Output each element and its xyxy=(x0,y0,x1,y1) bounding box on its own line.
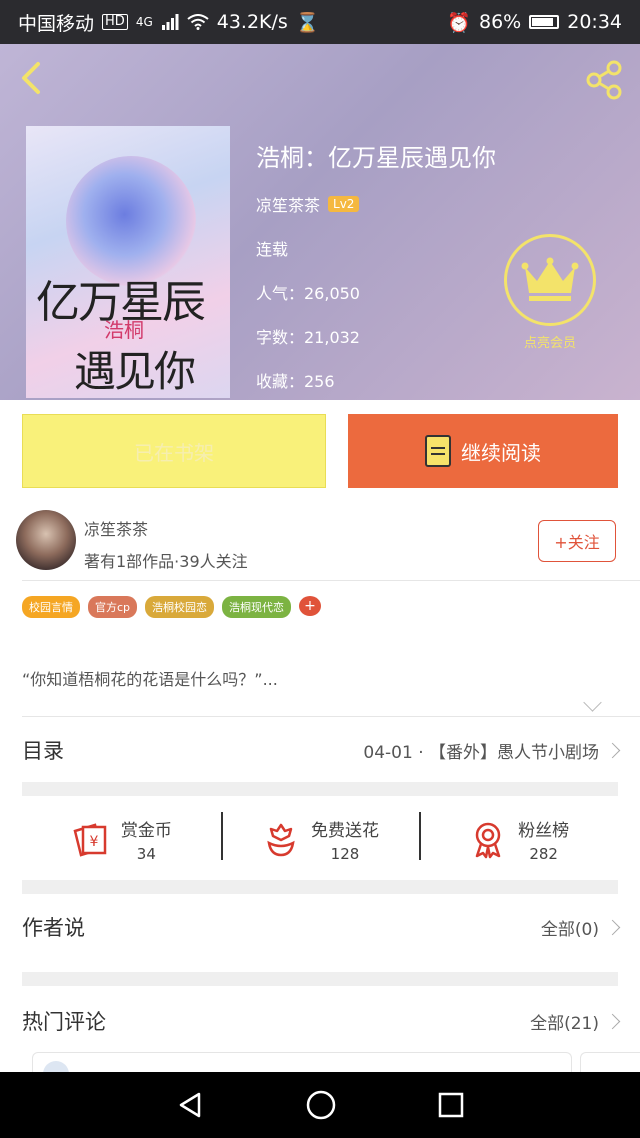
chevron-right-icon xyxy=(604,1013,621,1029)
stat-value: 282 xyxy=(529,844,558,863)
author-card: 凉笙茶茶 著有1部作品·39人关注 +关注 xyxy=(0,506,640,578)
share-icon[interactable] xyxy=(582,58,626,102)
continue-reading-label: 继续阅读 xyxy=(461,440,541,465)
crown-icon xyxy=(521,257,579,301)
cover-title-line2: 遇见你 xyxy=(74,347,196,396)
author-says-all: 全部(0) xyxy=(540,919,599,940)
network-label: 4G xyxy=(135,15,153,29)
stat-value: 128 xyxy=(330,844,360,863)
catalog-row[interactable]: 目录 04-01 · 【番外】愚人节小剧场 xyxy=(22,732,621,768)
carrier-label: 中国移动 xyxy=(18,12,95,35)
section-separator xyxy=(22,972,618,986)
divider xyxy=(22,716,640,717)
book-title: 浩桐：亿万星辰遇见你 xyxy=(256,144,496,172)
book-author-row[interactable]: 凉笙茶茶 Lv2 xyxy=(256,192,360,216)
book-favorites: 收藏：256 xyxy=(256,372,335,391)
tag-item[interactable]: 浩桐校园恋 xyxy=(145,596,215,618)
in-shelf-label: 已在书架 xyxy=(134,440,214,465)
battery-icon xyxy=(529,15,560,29)
tag-item[interactable]: 校园言情 xyxy=(22,596,80,618)
book-status: 连载 xyxy=(256,240,289,259)
wifi-icon xyxy=(187,14,209,30)
continue-reading-button[interactable]: 继续阅读 xyxy=(348,414,618,488)
book-cover[interactable]: 亿万星辰 浩桐 遇见你 xyxy=(26,126,230,398)
book-intro: “你知道梧桐花的花语是什么吗？”... xyxy=(22,670,278,689)
section-separator xyxy=(22,782,618,796)
reward-coin-button[interactable]: ¥ 赏金币 34 xyxy=(22,806,221,872)
reward-coin-icon: ¥ xyxy=(73,823,107,857)
in-shelf-button[interactable]: 已在书架 xyxy=(22,414,326,488)
status-bar: 中国移动 HD 4G 43.2K/s ⌛ ⏰ 86% 20:34 xyxy=(0,0,640,44)
book-header: 亿万星辰 浩桐 遇见你 浩桐：亿万星辰遇见你 凉笙茶茶 Lv2 连载 人气：26… xyxy=(0,44,640,400)
hourglass-icon: ⌛ xyxy=(295,11,320,34)
hot-comments-row[interactable]: 热门评论 全部(21) xyxy=(22,1002,621,1040)
svg-text:¥: ¥ xyxy=(89,834,98,850)
fan-ranking-button[interactable]: 粉丝榜 282 xyxy=(419,806,618,872)
stat-label: 免费送花 xyxy=(311,820,379,841)
section-separator xyxy=(22,880,618,894)
alarm-icon: ⏰ xyxy=(447,11,471,34)
book-popularity: 人气：26,050 xyxy=(256,284,360,303)
hot-comments-title: 热门评论 xyxy=(22,1010,106,1034)
add-tag-button[interactable]: + xyxy=(299,596,322,616)
author-summary: 著有1部作品·39人关注 xyxy=(84,552,248,571)
send-flower-button[interactable]: 免费送花 128 xyxy=(220,806,420,872)
catalog-title: 目录 xyxy=(22,739,64,763)
hot-comments-all: 全部(21) xyxy=(530,1013,599,1034)
follow-button[interactable]: +关注 xyxy=(538,520,616,562)
back-nav-icon[interactable] xyxy=(175,1090,205,1120)
flower-icon xyxy=(267,823,295,857)
signal-icon xyxy=(161,14,179,30)
tag-item[interactable]: 浩桐现代恋 xyxy=(222,596,292,618)
home-nav-icon[interactable] xyxy=(305,1089,337,1121)
tag-list: 校园言情 官方cp 浩桐校园恋 浩桐现代恋 + xyxy=(22,596,322,618)
author-level-badge: Lv2 xyxy=(328,196,360,212)
vip-button[interactable]: 点亮会员 xyxy=(502,234,598,351)
recents-nav-icon[interactable] xyxy=(437,1091,465,1119)
author-name[interactable]: 凉笙茶茶 xyxy=(84,516,148,540)
expand-chevron-icon[interactable] xyxy=(583,693,602,712)
battery-percent: 86% xyxy=(479,11,522,33)
medal-icon xyxy=(475,822,501,859)
book-icon xyxy=(425,435,451,467)
back-icon[interactable] xyxy=(14,58,54,98)
stat-value: 34 xyxy=(136,844,156,863)
author-says-title: 作者说 xyxy=(22,916,85,940)
chevron-right-icon xyxy=(604,919,621,935)
stat-label: 赏金币 xyxy=(120,820,172,841)
book-author: 凉笙茶茶 xyxy=(256,196,321,215)
vip-label: 点亮会员 xyxy=(523,336,576,351)
book-word-count: 字数：21,032 xyxy=(256,328,360,347)
chevron-right-icon xyxy=(604,742,621,758)
tag-item[interactable]: 官方cp xyxy=(88,596,138,618)
system-nav-bar xyxy=(0,1072,640,1138)
clock: 20:34 xyxy=(567,11,622,33)
stats-bar: ¥ 赏金币 34 免费送花 128 粉丝榜 282 xyxy=(22,806,618,872)
latest-chapter: 04-01 · 【番外】愚人节小剧场 xyxy=(363,742,599,763)
network-speed: 43.2K/s xyxy=(216,11,288,33)
hd-icon: HD xyxy=(102,14,128,30)
avatar[interactable] xyxy=(16,510,76,570)
stat-label: 粉丝榜 xyxy=(518,820,570,841)
divider xyxy=(22,580,640,581)
author-says-row[interactable]: 作者说 全部(0) xyxy=(22,908,621,946)
